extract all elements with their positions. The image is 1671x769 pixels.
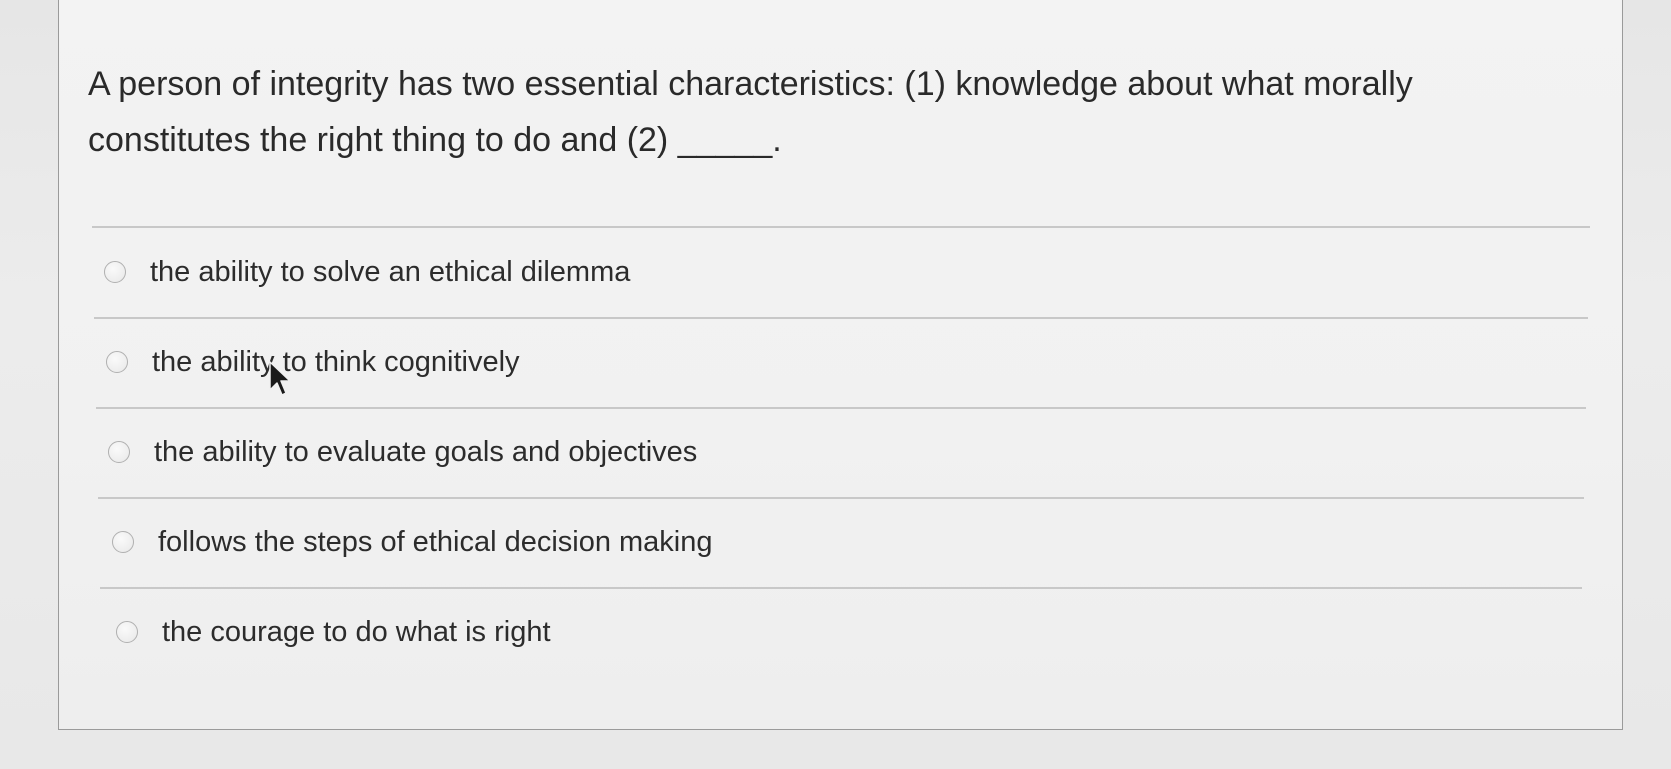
radio-button-icon[interactable] <box>104 261 126 283</box>
option-label[interactable]: the ability to think cognitively <box>152 346 520 379</box>
divider <box>100 587 1582 589</box>
option-3[interactable]: the ability to evaluate goals and object… <box>108 432 697 472</box>
option-2[interactable]: the ability to think cognitively <box>106 342 520 382</box>
option-4[interactable]: follows the steps of ethical decision ma… <box>112 522 713 562</box>
divider <box>94 317 1588 319</box>
option-label[interactable]: the ability to solve an ethical dilemma <box>150 256 630 289</box>
radio-button-icon[interactable] <box>106 351 128 373</box>
option-label[interactable]: follows the steps of ethical decision ma… <box>158 526 713 559</box>
question-line-2: constitutes the right thing to do and (2… <box>88 121 782 159</box>
question-text: A person of integrity has two essential … <box>88 56 1588 168</box>
question-line-1: A person of integrity has two essential … <box>88 65 1413 103</box>
radio-button-icon[interactable] <box>108 441 130 463</box>
radio-button-icon[interactable] <box>112 531 134 553</box>
option-1[interactable]: the ability to solve an ethical dilemma <box>104 252 630 292</box>
option-label[interactable]: the ability to evaluate goals and object… <box>154 436 697 469</box>
divider <box>98 497 1584 499</box>
divider <box>96 407 1586 409</box>
option-label[interactable]: the courage to do what is right <box>162 616 551 649</box>
divider <box>92 226 1590 228</box>
radio-button-icon[interactable] <box>116 621 138 643</box>
option-5[interactable]: the courage to do what is right <box>116 612 551 652</box>
mouse-pointer-icon <box>269 361 290 396</box>
